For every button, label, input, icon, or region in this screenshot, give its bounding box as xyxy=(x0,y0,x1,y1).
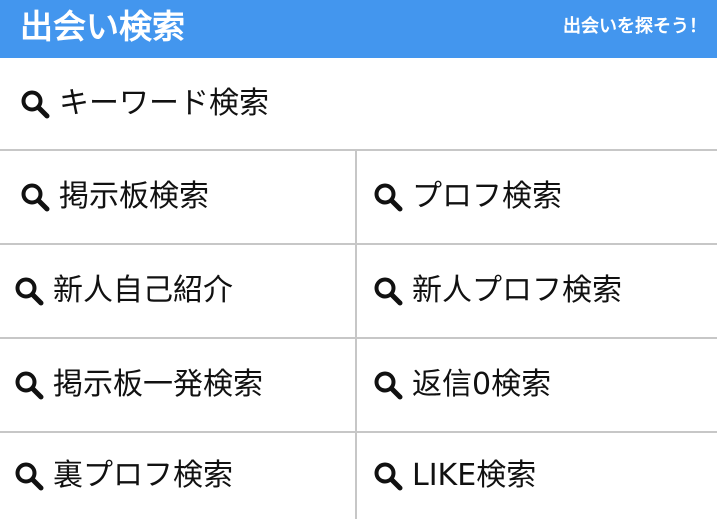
newcomer-intro-label: 新人自己紹介 xyxy=(53,273,233,308)
newcomer-profile-search-item[interactable]: 新人プロフ検索 xyxy=(373,273,622,309)
search-icon xyxy=(373,370,403,400)
profile-search-link[interactable]: プロフ検索 xyxy=(357,151,717,245)
like-search-label: LIKE検索 xyxy=(412,458,537,493)
like-search-link[interactable]: LIKE検索 xyxy=(357,433,717,519)
search-icon xyxy=(373,182,403,212)
newcomer-profile-search-label: 新人プロフ検索 xyxy=(412,273,622,308)
search-icon xyxy=(20,89,50,119)
header-tagline: 出会いを探そう！ xyxy=(563,16,707,37)
keyword-search-item[interactable]: キーワード検索 xyxy=(20,86,269,122)
board-search-link[interactable]: 掲示板検索 xyxy=(0,151,357,245)
board-single-search-item[interactable]: 掲示板一発検索 xyxy=(14,367,263,403)
like-search-item[interactable]: LIKE検索 xyxy=(373,458,536,494)
search-icon xyxy=(14,461,44,491)
search-icon xyxy=(14,276,44,306)
board-single-search-label: 掲示板一発検索 xyxy=(53,367,263,402)
board-search-label: 掲示板検索 xyxy=(59,179,209,214)
page-title: 出会い検索 xyxy=(20,7,185,46)
board-search-item[interactable]: 掲示板検索 xyxy=(20,179,209,215)
search-icon xyxy=(14,370,44,400)
back-profile-search-item[interactable]: 裏プロフ検索 xyxy=(14,458,233,494)
app-header: 出会い検索 出会いを探そう！ xyxy=(0,0,717,58)
newcomer-intro-item[interactable]: 新人自己紹介 xyxy=(14,273,233,309)
profile-search-label: プロフ検索 xyxy=(412,179,562,214)
search-icon xyxy=(373,461,403,491)
keyword-search-label: キーワード検索 xyxy=(59,85,269,121)
profile-search-item[interactable]: プロフ検索 xyxy=(373,179,562,215)
search-icon xyxy=(373,276,403,306)
back-profile-search-label: 裏プロフ検索 xyxy=(53,458,233,493)
board-single-search-link[interactable]: 掲示板一発検索 xyxy=(0,339,357,433)
newcomer-intro-link[interactable]: 新人自己紹介 xyxy=(0,245,357,339)
keyword-search-link[interactable]: キーワード検索 xyxy=(0,58,717,151)
zero-replies-search-label: 返信0検索 xyxy=(412,367,552,402)
newcomer-profile-search-link[interactable]: 新人プロフ検索 xyxy=(357,245,717,339)
zero-replies-search-item[interactable]: 返信0検索 xyxy=(373,367,551,403)
back-profile-search-link[interactable]: 裏プロフ検索 xyxy=(0,433,357,519)
search-icon xyxy=(20,182,50,212)
zero-replies-search-link[interactable]: 返信0検索 xyxy=(357,339,717,433)
